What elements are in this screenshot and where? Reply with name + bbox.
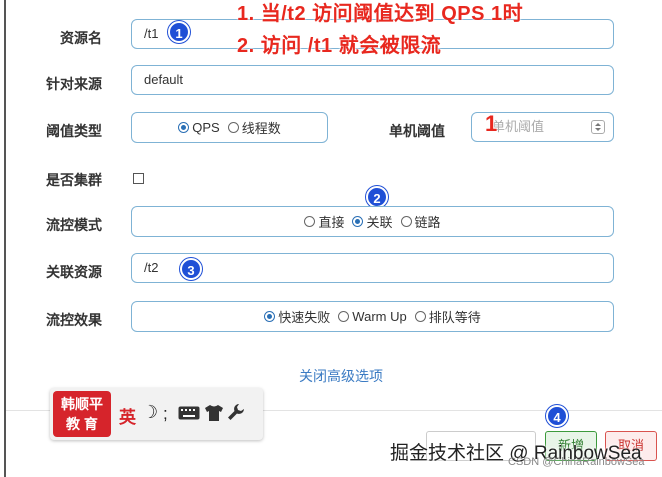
radio-empty-icon bbox=[227, 122, 239, 133]
radio-empty-icon bbox=[304, 216, 316, 227]
control-behavior-label: 流控效果 bbox=[46, 312, 102, 328]
cluster-label: 是否集群 bbox=[46, 172, 102, 188]
ime-language-toggle[interactable]: 英 bbox=[119, 403, 136, 428]
grade-option-qps[interactable]: QPS bbox=[178, 120, 220, 135]
dialog-left-border bbox=[4, 0, 6, 477]
step-badge-3: 3 bbox=[180, 258, 202, 280]
step-badge-4: 4 bbox=[546, 405, 568, 427]
behavior-option-warm-up[interactable]: Warm Up bbox=[338, 309, 407, 324]
radio-checked-icon bbox=[352, 216, 364, 227]
radio-checked-icon bbox=[178, 122, 190, 133]
strategy-option-chain[interactable]: 链路 bbox=[400, 212, 441, 231]
grade-option-thread[interactable]: 线程数 bbox=[227, 118, 281, 137]
wrench-icon[interactable] bbox=[227, 403, 245, 425]
limit-app-input[interactable]: default bbox=[131, 65, 614, 95]
annotation-line-2: 2. 访问 /t1 就会被限流 bbox=[237, 35, 442, 57]
strategy-option-relate[interactable]: 关联 bbox=[352, 212, 393, 231]
limit-app-label: 针对来源 bbox=[46, 76, 102, 92]
moon-icon[interactable]: ☽ bbox=[142, 402, 158, 423]
punctuation-toggle[interactable]: ; bbox=[163, 404, 168, 424]
strategy-radio-group: 直接 关联 链路 bbox=[131, 206, 614, 237]
ref-resource-label: 关联资源 bbox=[46, 264, 102, 280]
radio-checked-icon bbox=[264, 311, 276, 322]
behavior-option-queue[interactable]: 排队等待 bbox=[414, 307, 481, 326]
strategy-option-direct[interactable]: 直接 bbox=[304, 212, 344, 231]
skin-shirt-icon[interactable] bbox=[204, 404, 224, 426]
ref-resource-input[interactable]: /t2 bbox=[131, 253, 614, 283]
threshold-annotation: 1 bbox=[485, 111, 498, 136]
ime-logo: 韩顺平 教 育 bbox=[53, 391, 111, 437]
flow-rule-dialog: 资源名 /t1 1 1. 当/t2 访问阈值达到 QPS 1时 2. 访问 /t… bbox=[0, 0, 662, 477]
ref-resource-value: /t2 bbox=[144, 260, 159, 275]
grade-radio-group: QPS 线程数 bbox=[131, 112, 328, 143]
radio-empty-icon bbox=[338, 311, 350, 322]
cluster-checkbox[interactable] bbox=[133, 173, 144, 184]
step-badge-1: 1 bbox=[168, 21, 190, 43]
resource-name-label: 资源名 bbox=[60, 30, 102, 46]
step-badge-2: 2 bbox=[366, 186, 388, 208]
annotation-line-1: 1. 当/t2 访问阈值达到 QPS 1时 bbox=[237, 3, 524, 25]
grade-label: 阈值类型 bbox=[46, 123, 102, 139]
behavior-option-fail-fast[interactable]: 快速失败 bbox=[264, 307, 330, 326]
radio-empty-icon bbox=[400, 216, 412, 227]
resource-name-value: /t1 bbox=[144, 26, 159, 41]
limit-app-value: default bbox=[144, 72, 184, 87]
radio-empty-icon bbox=[414, 311, 426, 322]
strategy-label: 流控模式 bbox=[46, 217, 102, 233]
keyboard-icon[interactable] bbox=[178, 406, 200, 424]
close-advanced-link[interactable]: 关闭高级选项 bbox=[299, 366, 383, 386]
control-behavior-radio-group: 快速失败 Warm Up 排队等待 bbox=[131, 301, 614, 332]
number-spinner[interactable] bbox=[591, 120, 605, 134]
ime-toolbar: 韩顺平 教 育 英 ☽ ; bbox=[50, 388, 263, 440]
csdn-watermark: CSDN @ChinaRainbowSea bbox=[508, 456, 645, 468]
threshold-label: 单机阈值 bbox=[389, 123, 445, 139]
